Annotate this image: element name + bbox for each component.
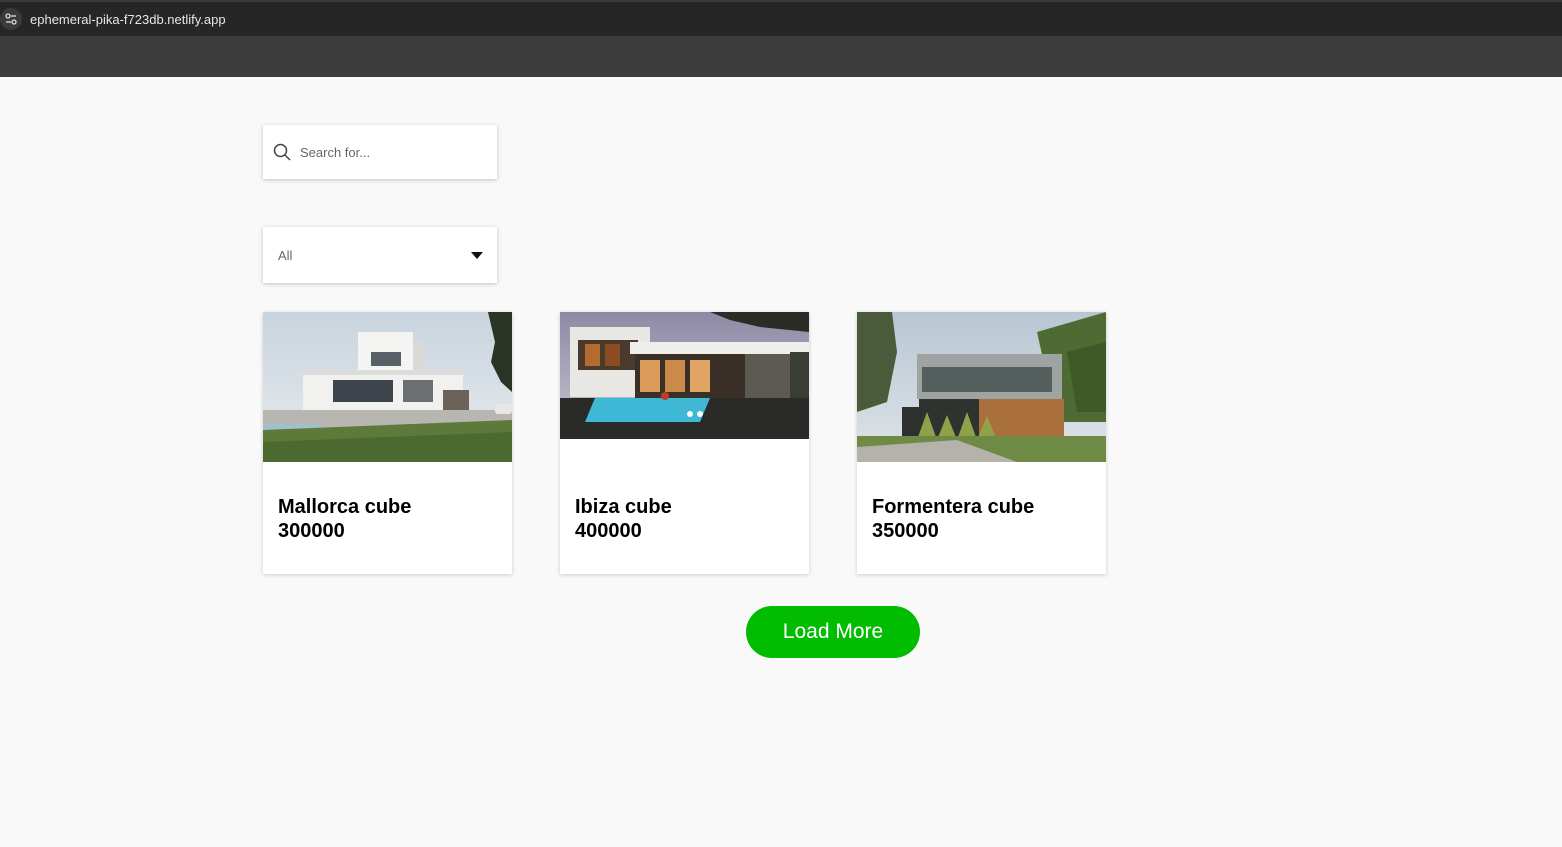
search-input[interactable] bbox=[300, 144, 480, 160]
load-more-button[interactable]: Load More bbox=[746, 606, 920, 658]
search-icon bbox=[273, 143, 291, 161]
property-title: Mallorca cube bbox=[278, 496, 412, 518]
property-image bbox=[263, 312, 512, 462]
filter-selected-value: All bbox=[278, 247, 293, 263]
property-info: Formentera cube 350000 bbox=[872, 495, 1034, 543]
property-title: Formentera cube bbox=[872, 496, 1035, 518]
page-content: All bbox=[0, 77, 1562, 847]
property-info: Mallorca cube 300000 bbox=[278, 495, 411, 543]
property-card[interactable]: Ibiza cube 400000 bbox=[560, 312, 809, 574]
property-price: 400000 bbox=[575, 520, 642, 542]
search-box[interactable] bbox=[263, 125, 497, 179]
caret-down-icon bbox=[471, 251, 483, 259]
property-card[interactable]: Mallorca cube 300000 bbox=[263, 312, 512, 574]
property-price: 350000 bbox=[872, 520, 939, 542]
browser-address-bar: ephemeral-pika-f723db.netlify.app bbox=[0, 0, 1562, 36]
browser-toolbar bbox=[0, 36, 1562, 77]
property-card-list: Mallorca cube 300000 Ibiza cube 400000 F… bbox=[263, 312, 1106, 574]
property-image bbox=[560, 312, 809, 439]
url-text[interactable]: ephemeral-pika-f723db.netlify.app bbox=[30, 12, 226, 27]
site-info-icon[interactable] bbox=[0, 8, 22, 30]
property-card[interactable]: Formentera cube 350000 bbox=[857, 312, 1106, 574]
property-info: Ibiza cube 400000 bbox=[575, 495, 672, 543]
filter-dropdown[interactable]: All bbox=[263, 227, 497, 283]
property-title: Ibiza cube bbox=[575, 496, 672, 518]
property-price: 300000 bbox=[278, 520, 345, 542]
property-image bbox=[857, 312, 1106, 462]
